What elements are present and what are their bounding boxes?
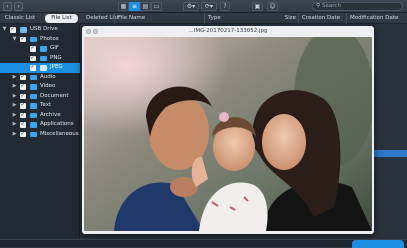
tree-item-png[interactable]: ✓ PNG: [0, 54, 80, 64]
folder-tree: ▼ ✓ USB Drive ▼ ✓ Photos ✓ GIF ✓ PNG ✓ J…: [0, 24, 80, 239]
grid-icon: ▦: [120, 3, 127, 10]
tree-item-label: USB Drive: [30, 26, 58, 32]
expand-triangle-icon: ▼: [2, 26, 7, 32]
detail-view-button[interactable]: ▤: [140, 2, 151, 11]
help-button[interactable]: ?: [220, 2, 230, 11]
collapse-triangle-icon: ▶: [12, 73, 17, 80]
collapse-triangle-icon: ▶: [12, 121, 17, 127]
settings-menu-button[interactable]: ⚙▾: [183, 2, 199, 11]
tree-item-gif[interactable]: ✓ GIF: [0, 44, 80, 54]
tree-item-text[interactable]: ▶ ✓ Text: [0, 101, 80, 111]
back-button[interactable]: ‹: [3, 2, 12, 11]
grid-view-button[interactable]: ▦: [118, 2, 129, 11]
checkbox[interactable]: ✓: [30, 45, 36, 52]
folder-icon: [30, 131, 37, 137]
tree-item-label: Photos: [40, 35, 59, 42]
column-header-type[interactable]: Type: [204, 13, 280, 24]
search-placeholder: Search: [322, 3, 341, 9]
refresh-menu-button[interactable]: ⟳▾: [201, 2, 217, 11]
status-bar: [0, 239, 407, 247]
family-photo: [84, 37, 372, 231]
tree-item-miscellaneous[interactable]: ▶ ✓ Miscellaneous: [0, 130, 80, 140]
folder-icon: [30, 93, 37, 99]
folder-icon: [40, 46, 47, 52]
checkbox[interactable]: ✓: [30, 64, 36, 71]
tree-item-label: JPEG: [50, 64, 63, 70]
preview-icon: ▭: [153, 3, 160, 10]
preview-title: ...IMG-20170217-133052.jpg: [188, 28, 268, 34]
drive-icon: [20, 27, 27, 33]
cart-button[interactable]: ▣: [252, 2, 263, 11]
checkbox[interactable]: ✓: [20, 121, 26, 128]
folder-icon: [30, 36, 37, 42]
tree-item-jpeg[interactable]: ✓ JPEG: [0, 63, 80, 73]
preview-view-button[interactable]: ▭: [151, 2, 162, 11]
chevron-right-icon: ›: [17, 3, 20, 10]
collapse-triangle-icon: ▶: [12, 130, 17, 137]
preview-image: [84, 37, 372, 231]
folder-icon: [30, 112, 37, 118]
tab-classic-list[interactable]: Classic List: [2, 14, 38, 23]
checkbox[interactable]: ✓: [10, 26, 16, 33]
gear-icon: ⚙▾: [186, 3, 196, 10]
selected-file-row[interactable]: [373, 150, 407, 157]
folder-icon: [30, 84, 37, 90]
folder-icon: [40, 55, 47, 61]
search-icon: ⚲: [316, 3, 321, 9]
folder-icon: [40, 65, 47, 71]
collapse-triangle-icon: ▶: [12, 111, 17, 118]
account-button[interactable]: ☺: [267, 2, 278, 11]
tree-item-document[interactable]: ▶ ✓ Document: [0, 92, 80, 102]
tree-item-label: Document: [40, 92, 69, 99]
tree-item-photos[interactable]: ▼ ✓ Photos: [0, 35, 80, 45]
preview-window: ...IMG-20170217-133052.jpg: [82, 26, 374, 234]
tree-item-label: Applications: [40, 121, 74, 127]
tree-item-label: Video: [40, 83, 56, 89]
checkbox[interactable]: ✓: [20, 131, 26, 137]
folder-icon: [30, 74, 37, 80]
checkbox[interactable]: ✓: [20, 83, 26, 90]
tree-item-label: Miscellaneous: [40, 130, 79, 137]
tree-item-usb-drive[interactable]: ▼ ✓ USB Drive: [0, 25, 80, 35]
checkbox[interactable]: ✓: [30, 55, 36, 61]
checkbox[interactable]: ✓: [20, 36, 26, 42]
forward-button[interactable]: ›: [14, 2, 23, 11]
collapse-triangle-icon: ▶: [12, 83, 17, 89]
tab-file-list[interactable]: File List: [45, 14, 78, 23]
chevron-left-icon: ‹: [6, 3, 9, 10]
account-icon: ☺: [269, 3, 276, 10]
help-icon: ?: [223, 3, 227, 10]
column-header-file-name[interactable]: File Name: [114, 13, 204, 24]
tree-item-audio[interactable]: ▶ ✓ Audio: [0, 73, 80, 83]
tree-item-applications[interactable]: ▶ ✓ Applications: [0, 120, 80, 130]
tree-item-label: Archive: [40, 111, 61, 118]
expand-triangle-icon: ▼: [12, 35, 17, 42]
cart-icon: ▣: [254, 3, 261, 10]
folder-icon: [30, 122, 37, 128]
list-icon: ≡: [131, 3, 138, 10]
folder-icon: [30, 103, 37, 109]
collapse-triangle-icon: ▶: [12, 92, 17, 99]
column-header-modification-date[interactable]: Modification Date: [346, 13, 407, 24]
tree-item-video[interactable]: ▶ ✓ Video: [0, 82, 80, 92]
tree-item-label: Text: [40, 102, 52, 108]
list-view-button[interactable]: ≡: [129, 2, 140, 11]
checkbox[interactable]: ✓: [20, 74, 26, 80]
checkbox[interactable]: ✓: [20, 102, 26, 109]
detail-icon: ▤: [142, 3, 149, 10]
column-header-size[interactable]: Size: [280, 13, 298, 24]
collapse-triangle-icon: ▶: [12, 102, 17, 108]
tree-item-archive[interactable]: ▶ ✓ Archive: [0, 111, 80, 121]
checkbox[interactable]: ✓: [20, 112, 26, 118]
tree-item-label: GIF: [50, 45, 60, 51]
app-window: ‹ › ▦ ≡ ▤ ▭ ⚙▾ ⟳▾ ? ▣ ☺ ⚲ Search Classic …: [0, 0, 407, 248]
toolbar: ‹ › ▦ ≡ ▤ ▭ ⚙▾ ⟳▾ ? ▣ ☺ ⚲ Search: [0, 0, 407, 13]
tree-item-label: PNG: [50, 54, 62, 61]
column-header-creation-date[interactable]: Creation Date: [298, 13, 346, 24]
tree-item-label: Audio: [40, 73, 56, 80]
search-input[interactable]: ⚲ Search: [312, 2, 403, 11]
checkbox[interactable]: ✓: [20, 93, 26, 99]
tab-and-header-row: Classic List File List Deleted List File…: [0, 13, 407, 24]
refresh-icon: ⟳▾: [204, 3, 214, 10]
